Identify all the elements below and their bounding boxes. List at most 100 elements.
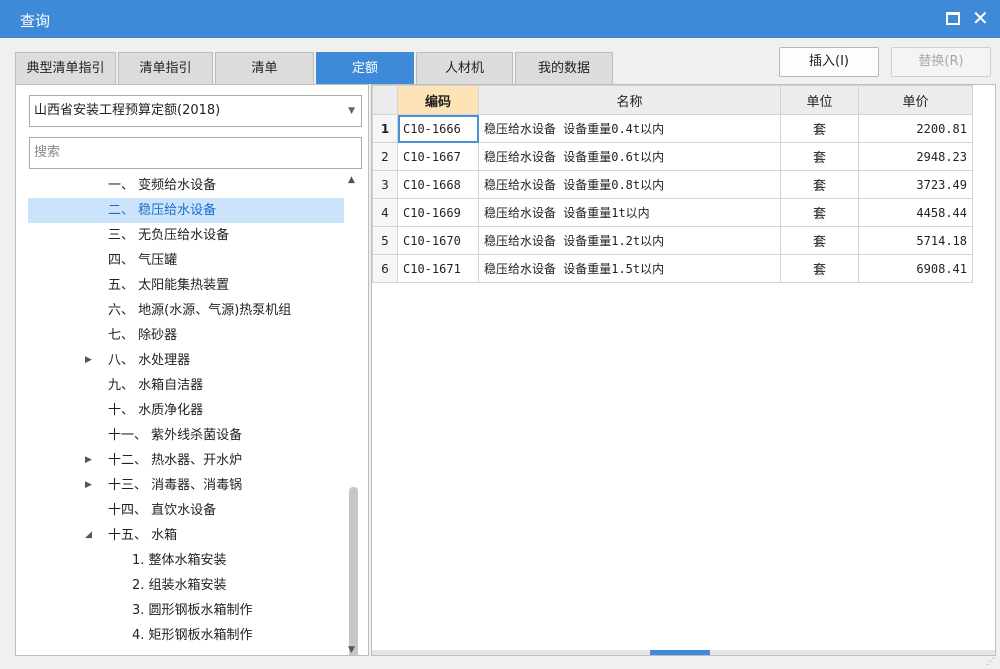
- tree-item[interactable]: 二、 稳压给水设备: [28, 198, 344, 223]
- cell-code[interactable]: C10-1668: [397, 170, 479, 199]
- tab-typical-list-guide[interactable]: 典型清单指引: [15, 52, 116, 84]
- scrollbar-thumb[interactable]: [349, 487, 358, 655]
- cell-name[interactable]: 稳压给水设备 设备重量0.6t以内: [478, 142, 781, 171]
- tree-item[interactable]: 十一、 紫外线杀菌设备: [28, 423, 344, 448]
- tree-item-label: 十二、 热水器、开水炉: [108, 453, 243, 468]
- tab-quota[interactable]: 定额: [316, 52, 414, 84]
- cell-price[interactable]: 3723.49: [858, 170, 973, 199]
- collapsed-arrow-icon[interactable]: ▶: [85, 348, 92, 373]
- resize-grip-icon[interactable]: ⋰: [986, 657, 995, 667]
- table-header-row: 编码 名称 单位 单价: [372, 85, 973, 115]
- collapsed-arrow-icon[interactable]: ▶: [85, 473, 92, 498]
- quota-library-select[interactable]: 山西省安装工程预算定额(2018) ▼: [29, 95, 362, 127]
- tree-item[interactable]: 四、 气压罐: [28, 248, 344, 273]
- cell-name[interactable]: 稳压给水设备 设备重量1t以内: [478, 198, 781, 227]
- tree-item[interactable]: 三、 无负压给水设备: [28, 223, 344, 248]
- replace-button[interactable]: 替换(R): [891, 47, 991, 77]
- tree-item-label: 1. 整体水箱安装: [132, 553, 227, 568]
- cell-name[interactable]: 稳压给水设备 设备重量1.5t以内: [478, 254, 781, 283]
- tab-labor-material-machine[interactable]: 人材机: [416, 52, 513, 84]
- tree-item[interactable]: 一、 变频给水设备: [28, 173, 344, 198]
- tree-item[interactable]: 十、 水质净化器: [28, 398, 344, 423]
- row-number[interactable]: 4: [372, 198, 398, 227]
- tree-item[interactable]: 十四、 直饮水设备: [28, 498, 344, 523]
- tree-child-item[interactable]: 3. 圆形钢板水箱制作: [28, 598, 344, 623]
- collapsed-arrow-icon[interactable]: ▶: [85, 448, 92, 473]
- cell-price[interactable]: 5714.18: [858, 226, 973, 255]
- cell-price[interactable]: 4458.44: [858, 198, 973, 227]
- cell-unit[interactable]: 套: [780, 226, 859, 255]
- tab-list[interactable]: 清单: [215, 52, 314, 84]
- panel-splitter[interactable]: [372, 650, 995, 655]
- row-number[interactable]: 6: [372, 254, 398, 283]
- quota-library-panel: 山西省安装工程预算定额(2018) ▼ 搜索 一、 变频给水设备二、 稳压给水设…: [15, 84, 369, 656]
- tree-item-label: 十、 水质净化器: [108, 403, 204, 418]
- column-header-unit[interactable]: 单位: [780, 85, 859, 115]
- tree-child-item[interactable]: 4. 矩形钢板水箱制作: [28, 623, 344, 648]
- tab-list-guide[interactable]: 清单指引: [118, 52, 213, 84]
- tree-item-label: 七、 除砂器: [108, 328, 178, 343]
- insert-button[interactable]: 插入(I): [779, 47, 879, 77]
- splitter-grip[interactable]: [650, 650, 710, 655]
- cell-name[interactable]: 稳压给水设备 设备重量1.2t以内: [478, 226, 781, 255]
- table-row[interactable]: 3 C10-1668 稳压给水设备 设备重量0.8t以内套 3723.49: [372, 170, 973, 199]
- tree-item-label: 三、 无负压给水设备: [108, 228, 230, 243]
- tree-item-label: 4. 矩形钢板水箱制作: [132, 628, 253, 643]
- tree-item[interactable]: 六、 地源(水源、气源)热泵机组: [28, 298, 344, 323]
- cell-unit[interactable]: 套: [780, 198, 859, 227]
- tree-item[interactable]: 七、 除砂器: [28, 323, 344, 348]
- cell-name[interactable]: 稳压给水设备 设备重量0.8t以内: [478, 170, 781, 199]
- scroll-up-icon[interactable]: ▲: [348, 175, 355, 185]
- cell-code[interactable]: C10-1666: [397, 114, 479, 143]
- cell-code[interactable]: C10-1669: [397, 198, 479, 227]
- tree-item-label: 十五、 水箱: [108, 528, 178, 543]
- cell-unit[interactable]: 套: [780, 142, 859, 171]
- tree-child-item[interactable]: 1. 整体水箱安装: [28, 548, 344, 573]
- row-number-header: [372, 85, 398, 115]
- table-row[interactable]: 4 C10-1669 稳压给水设备 设备重量1t以内套 4458.44: [372, 198, 973, 227]
- column-header-code[interactable]: 编码: [397, 85, 479, 115]
- table-row[interactable]: 2 C10-1667 稳压给水设备 设备重量0.6t以内套 2948.23: [372, 142, 973, 171]
- cell-price[interactable]: 6908.41: [858, 254, 973, 283]
- table-row[interactable]: 1 C10-1666 稳压给水设备 设备重量0.4t以内套 2200.81: [372, 114, 973, 143]
- tree-item[interactable]: ▶ 十三、 消毒器、消毒锅: [28, 473, 344, 498]
- maximize-icon[interactable]: [946, 12, 960, 25]
- tree-item[interactable]: ◢ 十五、 水箱: [28, 523, 344, 548]
- tree-item-label: 2. 组装水箱安装: [132, 578, 227, 593]
- cell-code[interactable]: C10-1670: [397, 226, 479, 255]
- row-number[interactable]: 2: [372, 142, 398, 171]
- row-number[interactable]: 3: [372, 170, 398, 199]
- column-header-name[interactable]: 名称: [478, 85, 781, 115]
- cell-unit[interactable]: 套: [780, 254, 859, 283]
- column-header-price[interactable]: 单价: [858, 85, 973, 115]
- cell-unit[interactable]: 套: [780, 170, 859, 199]
- cell-unit[interactable]: 套: [780, 114, 859, 143]
- tree-item-label: 八、 水处理器: [108, 353, 191, 368]
- tree-item[interactable]: 五、 太阳能集热装置: [28, 273, 344, 298]
- cell-price[interactable]: 2948.23: [858, 142, 973, 171]
- row-number[interactable]: 5: [372, 226, 398, 255]
- chevron-down-icon[interactable]: ▼: [348, 96, 355, 126]
- tree-item-label: 十一、 紫外线杀菌设备: [108, 428, 243, 443]
- tree-item[interactable]: ▶ 十二、 热水器、开水炉: [28, 448, 344, 473]
- tree-item[interactable]: ▶ 八、 水处理器: [28, 348, 344, 373]
- row-number[interactable]: 1: [372, 114, 398, 143]
- search-input[interactable]: 搜索: [29, 137, 362, 169]
- scroll-down-icon[interactable]: ▼: [348, 645, 355, 655]
- tree-item[interactable]: 九、 水箱自洁器: [28, 373, 344, 398]
- tab-my-data[interactable]: 我的数据: [515, 52, 613, 84]
- tree-item-label: 五、 太阳能集热装置: [108, 278, 230, 293]
- close-icon[interactable]: ✕: [972, 5, 989, 31]
- table-row[interactable]: 6 C10-1671 稳压给水设备 设备重量1.5t以内套 6908.41: [372, 254, 973, 283]
- cell-name[interactable]: 稳压给水设备 设备重量0.4t以内: [478, 114, 781, 143]
- quota-library-value: 山西省安装工程预算定额(2018): [34, 103, 221, 118]
- cell-code[interactable]: C10-1671: [397, 254, 479, 283]
- cell-price[interactable]: 2200.81: [858, 114, 973, 143]
- table-row[interactable]: 5 C10-1670 稳压给水设备 设备重量1.2t以内套 5714.18: [372, 226, 973, 255]
- title-bar: 查询 ✕: [0, 0, 1000, 38]
- tree-item-label: 一、 变频给水设备: [108, 178, 217, 193]
- cell-code[interactable]: C10-1667: [397, 142, 479, 171]
- expanded-arrow-icon[interactable]: ◢: [85, 523, 92, 548]
- tree-child-item[interactable]: 2. 组装水箱安装: [28, 573, 344, 598]
- tree-scrollbar[interactable]: ▲ ▼: [345, 173, 361, 655]
